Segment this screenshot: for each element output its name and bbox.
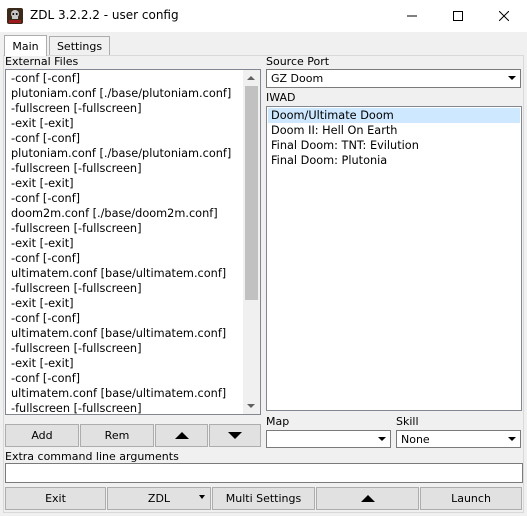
maximize-icon <box>453 11 463 21</box>
list-item[interactable]: Final Doom: Plutonia <box>271 153 387 168</box>
external-files-list[interactable]: -conf [-conf] plutoniam.conf [./base/plu… <box>5 69 261 415</box>
list-item[interactable]: -exit [-exit] <box>11 296 74 311</box>
close-button[interactable] <box>481 0 527 32</box>
list-item[interactable]: Doom/Ultimate Doom <box>268 108 520 123</box>
minimize-icon <box>407 15 417 17</box>
multi-settings-button[interactable]: Multi Settings <box>212 487 315 510</box>
move-up-button[interactable] <box>155 424 208 447</box>
list-item[interactable]: doom2m.conf [./base/doom2m.conf] <box>11 206 218 221</box>
iwad-label: IWAD <box>266 91 296 104</box>
zdl-menu-label: ZDL <box>147 492 171 505</box>
triangle-up-icon <box>360 495 375 502</box>
source-port-label: Source Port <box>266 55 330 68</box>
exit-button[interactable]: Exit <box>5 487 106 510</box>
tab-main[interactable]: Main <box>4 35 47 56</box>
list-item[interactable]: plutoniam.conf [./base/plutoniam.conf] <box>11 86 231 101</box>
skill-value: None <box>401 433 430 446</box>
triangle-up-icon <box>174 432 189 439</box>
expand-button[interactable] <box>316 487 419 510</box>
list-item[interactable]: -conf [-conf] <box>11 371 80 386</box>
chevron-down-icon <box>508 437 516 441</box>
list-item[interactable]: -fullscreen [-fullscreen] <box>11 281 142 296</box>
list-item[interactable]: ultimatem.conf [base/ultimatem.conf] <box>11 266 226 281</box>
remove-button[interactable]: Rem <box>80 424 154 447</box>
list-item[interactable]: ultimatem.conf [base/ultimatem.conf] <box>11 386 226 401</box>
list-item[interactable]: -conf [-conf] <box>11 191 80 206</box>
list-item[interactable]: -fullscreen [-fullscreen] <box>11 221 142 236</box>
title-bar[interactable]: ZDL 3.2.2.2 - user config <box>0 0 527 32</box>
zdl-menu-button[interactable]: ZDL <box>107 487 211 510</box>
map-select[interactable] <box>266 430 391 448</box>
list-item[interactable]: -fullscreen [-fullscreen] <box>11 161 142 176</box>
list-item[interactable]: Doom II: Hell On Earth <box>271 123 397 138</box>
triangle-down-icon <box>228 432 242 439</box>
maximize-button[interactable] <box>435 0 481 32</box>
external-files-label: External Files <box>5 55 79 68</box>
list-item[interactable]: -conf [-conf] <box>11 311 80 326</box>
scrollbar-thumb[interactable] <box>245 86 258 300</box>
extra-args-input[interactable] <box>5 463 523 483</box>
caret-down-icon <box>199 495 205 499</box>
list-item[interactable]: -fullscreen [-fullscreen] <box>11 101 142 116</box>
zdl-app-icon <box>7 7 23 25</box>
minimize-button[interactable] <box>389 0 435 32</box>
launch-button[interactable]: Launch <box>420 487 522 510</box>
list-item[interactable]: -fullscreen [-fullscreen] <box>11 341 142 356</box>
chevron-down-icon <box>508 76 516 80</box>
list-item[interactable]: ultimatem.conf [base/ultimatem.conf] <box>11 326 226 341</box>
iwad-list[interactable]: Doom/Ultimate Doom Doom II: Hell On Eart… <box>266 106 522 411</box>
list-item[interactable]: plutoniam.conf [./base/plutoniam.conf] <box>11 146 231 161</box>
source-port-value: GZ Doom <box>271 72 324 85</box>
close-icon <box>499 11 509 21</box>
chevron-down-icon <box>378 437 386 441</box>
move-down-button[interactable] <box>209 424 261 447</box>
source-port-select[interactable]: GZ Doom <box>266 69 521 88</box>
tab-settings[interactable]: Settings <box>49 36 110 55</box>
list-item[interactable]: Final Doom: TNT: Evilution <box>271 138 419 153</box>
list-item[interactable]: -conf [-conf] <box>11 131 80 146</box>
skill-select[interactable]: None <box>396 430 521 448</box>
scroll-up-button[interactable] <box>243 70 260 86</box>
list-item[interactable]: -exit [-exit] <box>11 236 74 251</box>
window-title: ZDL 3.2.2.2 - user config <box>30 8 179 22</box>
add-button[interactable]: Add <box>5 424 79 447</box>
chevron-up-icon <box>247 76 255 80</box>
list-item[interactable]: -conf [-conf] <box>11 71 80 86</box>
chevron-down-icon <box>247 404 255 408</box>
map-label: Map <box>266 415 290 428</box>
list-item[interactable]: -exit [-exit] <box>11 116 74 131</box>
list-item[interactable]: -exit [-exit] <box>11 356 74 371</box>
list-item[interactable]: -conf [-conf] <box>11 251 80 266</box>
list-item[interactable]: -fullscreen [-fullscreen] <box>11 401 142 414</box>
extra-args-label: Extra command line arguments <box>5 450 179 463</box>
skill-label: Skill <box>396 415 419 428</box>
list-item[interactable]: -exit [-exit] <box>11 176 74 191</box>
scroll-down-button[interactable] <box>243 398 260 414</box>
